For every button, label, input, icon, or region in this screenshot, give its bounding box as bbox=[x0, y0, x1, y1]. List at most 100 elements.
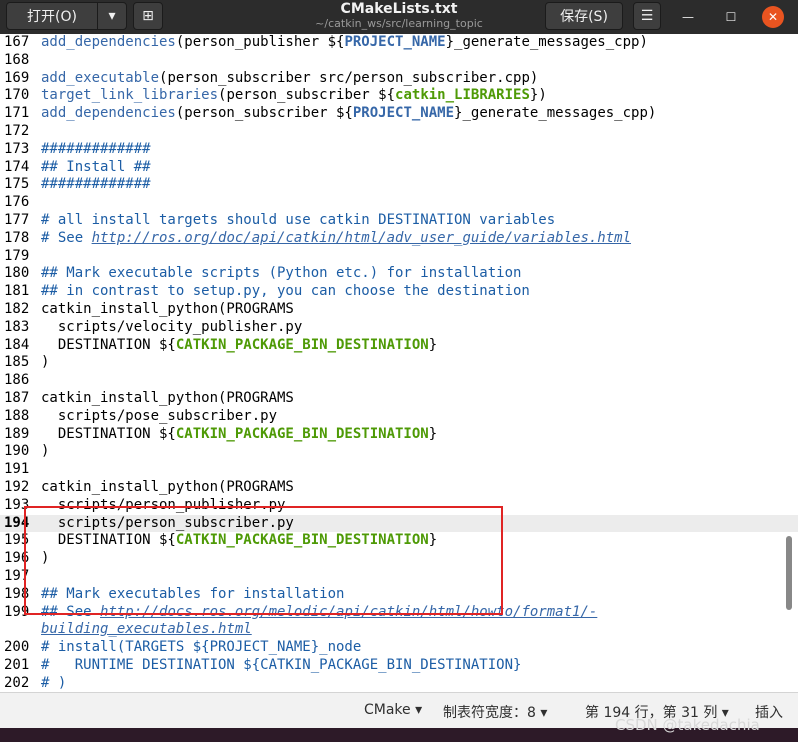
code-line[interactable]: 192 catkin_install_python(PROGRAMS bbox=[0, 479, 798, 497]
close-button[interactable]: ✕ bbox=[762, 6, 784, 28]
minimize-button[interactable]: — bbox=[677, 6, 699, 28]
line-number: 191 bbox=[4, 461, 30, 478]
code-line[interactable]: 191 bbox=[0, 461, 798, 479]
code-line[interactable]: 179 bbox=[0, 248, 798, 266]
scrollbar[interactable] bbox=[786, 536, 792, 610]
line-text[interactable]: ############# bbox=[38, 141, 151, 159]
line-number: 200 bbox=[4, 639, 30, 656]
line-number: 171 bbox=[4, 105, 30, 122]
line-number: 169 bbox=[4, 69, 30, 86]
line-text[interactable]: # install(TARGETS ${PROJECT_NAME}_node bbox=[38, 639, 361, 657]
line-number: 190 bbox=[4, 443, 30, 460]
code-line[interactable]: 177 # all install targets should use catk… bbox=[0, 212, 798, 230]
line-text[interactable]: # RUNTIME DESTINATION ${CATKIN_PACKAGE_B… bbox=[38, 657, 521, 675]
line-text[interactable]: catkin_install_python(PROGRAMS bbox=[38, 479, 294, 497]
line-text[interactable]: # ) bbox=[38, 675, 66, 692]
code-line[interactable]: 174 ## Install ## bbox=[0, 159, 798, 177]
line-number: 167 bbox=[4, 34, 30, 50]
code-line[interactable]: 172 bbox=[0, 123, 798, 141]
maximize-icon: ☐ bbox=[725, 10, 737, 24]
line-text[interactable]: ) bbox=[38, 354, 49, 372]
code-line[interactable]: 185) bbox=[0, 354, 798, 372]
code-line[interactable]: building_executables.html bbox=[0, 621, 798, 639]
code-line[interactable]: 187 catkin_install_python(PROGRAMS bbox=[0, 390, 798, 408]
code-line[interactable]: 178 # See http://ros.org/doc/api/catkin/h… bbox=[0, 230, 798, 248]
line-text[interactable]: ) bbox=[38, 550, 49, 568]
maximize-button[interactable]: ☐ bbox=[720, 6, 742, 28]
line-number: 178 bbox=[4, 229, 30, 246]
line-text[interactable]: # all install targets should use catkin … bbox=[38, 212, 555, 230]
code-line[interactable]: 181 ## in contrast to setup.py, you can c… bbox=[0, 283, 798, 301]
minimize-icon: — bbox=[682, 10, 694, 24]
code-line[interactable]: 184 DESTINATION ${CATKIN_PACKAGE_BIN_DES… bbox=[0, 337, 798, 355]
line-text[interactable]: DESTINATION ${CATKIN_PACKAGE_BIN_DESTINA… bbox=[38, 337, 437, 355]
line-text[interactable]: ## See http://docs.ros.org/melodic/api/c… bbox=[38, 604, 597, 622]
line-text[interactable]: add_executable(person_subscriber src/per… bbox=[38, 70, 538, 88]
code-area[interactable]: 167 add_dependencies(person_publisher ${P… bbox=[0, 34, 798, 692]
line-number: 195 bbox=[4, 532, 30, 549]
code-line[interactable]: 201 # RUNTIME DESTINATION ${CATKIN_PACKAG… bbox=[0, 657, 798, 675]
code-line[interactable]: 173 ############# bbox=[0, 141, 798, 159]
code-line[interactable]: 182 catkin_install_python(PROGRAMS bbox=[0, 301, 798, 319]
code-line[interactable]: 168 bbox=[0, 52, 798, 70]
code-line[interactable]: 167 add_dependencies(person_publisher ${P… bbox=[0, 34, 798, 52]
line-text[interactable]: scripts/velocity_publisher.py bbox=[38, 319, 302, 337]
line-text[interactable]: catkin_install_python(PROGRAMS bbox=[38, 390, 294, 408]
line-text[interactable]: ## Mark executable scripts (Python etc.)… bbox=[38, 265, 521, 283]
line-text[interactable]: catkin_install_python(PROGRAMS bbox=[38, 301, 294, 319]
line-number: 182 bbox=[4, 300, 30, 317]
line-number: 177 bbox=[4, 211, 30, 228]
line-text[interactable]: add_dependencies(person_subscriber ${PRO… bbox=[38, 105, 656, 123]
line-text[interactable]: ## Install ## bbox=[38, 159, 151, 177]
line-number: 183 bbox=[4, 318, 30, 335]
code-line[interactable]: 202 # ) bbox=[0, 675, 798, 692]
code-line[interactable]: 189 DESTINATION ${CATKIN_PACKAGE_BIN_DES… bbox=[0, 426, 798, 444]
code-line[interactable]: 171 add_dependencies(person_subscriber ${… bbox=[0, 105, 798, 123]
line-text[interactable]: # See http://ros.org/doc/api/catkin/html… bbox=[38, 230, 631, 248]
code-line[interactable]: 176 bbox=[0, 194, 798, 212]
code-line[interactable]: 196) bbox=[0, 550, 798, 568]
text-editor[interactable]: 167 add_dependencies(person_publisher ${P… bbox=[0, 34, 798, 692]
code-line[interactable]: 183 scripts/velocity_publisher.py bbox=[0, 319, 798, 337]
line-number: 192 bbox=[4, 478, 30, 495]
title-bar: 打开(O) ▾ ⊞ CMakeLists.txt ~/catkin_ws/src… bbox=[0, 0, 798, 34]
line-text[interactable]: scripts/pose_subscriber.py bbox=[38, 408, 277, 426]
code-line[interactable]: 198 ## Mark executables for installation bbox=[0, 586, 798, 604]
line-text[interactable]: target_link_libraries(person_subscriber … bbox=[38, 87, 547, 105]
code-line[interactable]: 169 add_executable(person_subscriber src/… bbox=[0, 70, 798, 88]
line-number: 174 bbox=[4, 158, 30, 175]
code-line[interactable]: 193 scripts/person_publisher.py bbox=[0, 497, 798, 515]
line-number: 168 bbox=[4, 51, 30, 68]
code-line[interactable]: 194 scripts/person_subscriber.py bbox=[0, 514, 798, 533]
save-button[interactable]: 保存(S) bbox=[545, 2, 623, 30]
code-line[interactable]: 170 target_link_libraries(person_subscrib… bbox=[0, 87, 798, 105]
line-text[interactable]: scripts/person_publisher.py bbox=[38, 497, 286, 515]
watermark: CSDN @takedachia bbox=[615, 716, 760, 734]
line-number: 175 bbox=[4, 176, 30, 193]
code-line[interactable]: 180 ## Mark executable scripts (Python et… bbox=[0, 265, 798, 283]
menu-button[interactable]: ☰ bbox=[633, 2, 661, 30]
language-selector[interactable]: CMake ▾ bbox=[364, 702, 422, 718]
tab-width-selector[interactable]: 制表符宽度：8 ▾ bbox=[443, 702, 547, 722]
line-text[interactable]: ## in contrast to setup.py, you can choo… bbox=[38, 283, 530, 301]
line-text[interactable]: DESTINATION ${CATKIN_PACKAGE_BIN_DESTINA… bbox=[38, 426, 437, 444]
line-text[interactable]: ) bbox=[38, 443, 49, 461]
line-text[interactable]: ############# bbox=[38, 176, 151, 194]
line-text[interactable]: building_executables.html bbox=[38, 621, 252, 639]
line-text[interactable]: ## Mark executables for installation bbox=[38, 586, 344, 604]
code-line[interactable]: 188 scripts/pose_subscriber.py bbox=[0, 408, 798, 426]
code-line[interactable]: 199 ## See http://docs.ros.org/melodic/ap… bbox=[0, 604, 798, 622]
code-line[interactable]: 195 DESTINATION ${CATKIN_PACKAGE_BIN_DES… bbox=[0, 532, 798, 550]
code-line[interactable]: 200 # install(TARGETS ${PROJECT_NAME}_nod… bbox=[0, 639, 798, 657]
code-line[interactable]: 186 bbox=[0, 372, 798, 390]
hamburger-icon: ☰ bbox=[640, 8, 654, 24]
code-line[interactable]: 175 ############# bbox=[0, 176, 798, 194]
line-number: 198 bbox=[4, 585, 30, 602]
line-text[interactable]: DESTINATION ${CATKIN_PACKAGE_BIN_DESTINA… bbox=[38, 532, 437, 550]
code-line[interactable]: 197 bbox=[0, 568, 798, 586]
code-line[interactable]: 190) bbox=[0, 443, 798, 461]
line-number: 181 bbox=[4, 283, 30, 300]
line-text[interactable]: add_dependencies(person_publisher ${PROJ… bbox=[38, 34, 648, 52]
line-number: 194 bbox=[4, 514, 30, 531]
line-text[interactable]: scripts/person_subscriber.py bbox=[38, 515, 294, 533]
